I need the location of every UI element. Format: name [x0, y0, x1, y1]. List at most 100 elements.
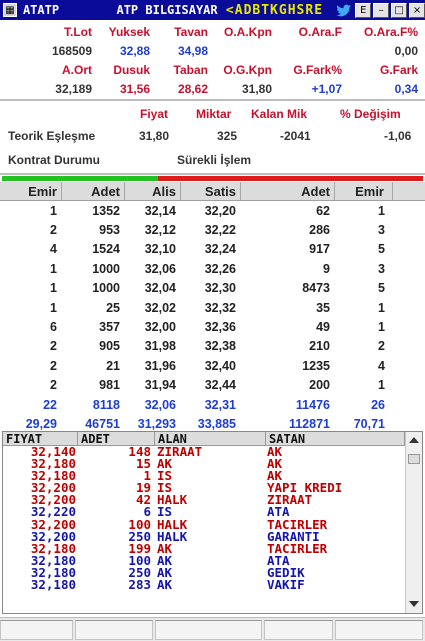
col-alis[interactable]: Alis — [125, 182, 181, 200]
cell-alis: 32,14 — [144, 203, 176, 218]
cell-alis: 31,94 — [144, 378, 176, 393]
cell-adet-ask: 35 — [316, 300, 330, 315]
col-satis[interactable]: Satis — [181, 182, 241, 200]
status-cell-3 — [154, 620, 262, 640]
ticker-text: <ADBTKGHSRE — [225, 2, 324, 18]
twitter-icon[interactable] — [335, 2, 353, 18]
cell-alis: 32,12 — [144, 223, 176, 238]
minimize-button[interactable]: – — [373, 2, 390, 18]
cell-emir-ask: 3 — [378, 261, 385, 276]
cell-emir-bid: 2 — [50, 223, 57, 238]
cell-satis: 32,44 — [204, 378, 236, 393]
trades-scrollbar[interactable] — [405, 432, 422, 613]
trade-satan: AK — [267, 444, 283, 459]
order-book-row[interactable]: 2 905 31,98 32,38 210 2 — [0, 337, 425, 356]
status-cell-4 — [263, 620, 333, 640]
cell-emir-ask: 1 — [378, 378, 385, 393]
cell-satis: 32,36 — [204, 320, 236, 335]
symbol-code: ATATP — [22, 3, 60, 17]
cell-adet-ask: 8473 — [302, 281, 330, 296]
value-oaraf-pct: 0,00 — [394, 43, 418, 58]
cell-emir-bid: 2 — [50, 358, 57, 373]
window-menu-icon[interactable]: ▦ — [3, 3, 17, 17]
scroll-up-icon[interactable] — [409, 437, 419, 443]
cell-adet-bid: 1524 — [92, 242, 120, 257]
cell-adet-ask: 49 — [316, 320, 330, 335]
value-tlot: 168509 — [51, 43, 92, 58]
cell-alis: 31,96 — [144, 358, 176, 373]
header-degisim: % Değişim — [340, 107, 401, 121]
cell-satis: 32,24 — [204, 242, 236, 257]
bid-depth-fill — [2, 176, 158, 181]
col-emir-ask[interactable]: Emir — [335, 182, 393, 200]
cell-adet-bid: 1352 — [92, 203, 120, 218]
cell-emir-bid: 4 — [50, 242, 57, 257]
order-book-row[interactable]: 6 357 32,00 32,36 49 1 — [0, 317, 425, 336]
cell-adet-ask: 62 — [316, 203, 330, 218]
status-cell-2 — [75, 620, 153, 640]
scroll-thumb[interactable] — [408, 454, 420, 464]
value-yuksek: 32,88 — [119, 43, 150, 58]
cell-emir-bid: 6 — [50, 320, 57, 335]
cell-adet-ask: 286 — [309, 223, 330, 238]
total-alis: 31,293 — [137, 416, 176, 431]
order-book-row[interactable]: 2 953 32,12 32,22 286 3 — [0, 220, 425, 239]
col-emir-bid[interactable]: Emir — [0, 182, 62, 200]
label-ogkpn: O.G.Kpn — [223, 62, 272, 77]
col-adet-ask[interactable]: Adet — [241, 182, 335, 200]
order-book-row[interactable]: 2 981 31,94 32,44 200 1 — [0, 376, 425, 395]
order-book-row[interactable]: 2 21 31,96 32,40 1235 4 — [0, 356, 425, 375]
trade-row[interactable]: 32,180 283 AK VAKIF — [3, 577, 422, 593]
cell-adet-bid: 357 — [99, 320, 120, 335]
order-book: Emir Adet Alis Satis Adet Emir 1 1352 32,1… — [0, 182, 425, 434]
cell-emir-ask: 3 — [378, 223, 385, 238]
cell-satis: 32,26 — [204, 261, 236, 276]
label-tavan: Tavan — [174, 24, 208, 39]
value-gfark: 0,34 — [394, 81, 418, 96]
order-book-row[interactable]: 4 1524 32,10 32,24 917 5 — [0, 240, 425, 259]
kontrat-durumu-value: Sürekli İşlem — [177, 153, 252, 167]
cell-alis: 32,10 — [144, 242, 176, 257]
cell-emir-ask: 1 — [378, 300, 385, 315]
title-bar[interactable]: ▦ ATATP ATP BILGISAYAR <ADBTKGHSRE E – □… — [0, 0, 425, 20]
value-ogkpn: 31,80 — [241, 81, 272, 96]
teorik-degisim: -1,06 — [384, 129, 412, 143]
header-fiyat: Fiyat — [140, 107, 169, 121]
cell-emir-ask: 2 — [378, 339, 385, 354]
scroll-down-icon[interactable] — [409, 601, 419, 607]
col-satan[interactable]: SATAN — [266, 432, 405, 446]
kontrat-durumu-label: Kontrat Durumu — [8, 153, 100, 167]
stats-values-row-2: 32,189 31,56 28,62 31,80 +1,07 0,34 — [0, 79, 425, 98]
cell-alis: 32,04 — [144, 281, 176, 296]
e-button[interactable]: E — [355, 2, 372, 18]
trade-adet: 283 — [128, 577, 151, 593]
order-book-header: Emir Adet Alis Satis Adet Emir — [0, 182, 425, 201]
maximize-button[interactable]: □ — [391, 2, 408, 18]
total-adet-bid: 8118 — [92, 397, 120, 412]
col-adet-bid[interactable]: Adet — [62, 182, 125, 200]
cell-satis: 32,32 — [204, 300, 236, 315]
depth-ratio-bar — [2, 176, 423, 181]
cell-emir-bid: 1 — [50, 203, 57, 218]
label-dusuk: Dusuk — [113, 62, 150, 77]
label-oakpn: O.A.Kpn — [224, 24, 272, 39]
cell-adet-ask: 9 — [323, 261, 330, 276]
label-taban: Taban — [173, 62, 208, 77]
cell-emir-ask: 1 — [378, 320, 385, 335]
close-button[interactable]: × — [409, 2, 425, 18]
order-book-row[interactable]: 1 25 32,02 32,32 35 1 — [0, 298, 425, 317]
trades-panel[interactable]: FIYAT ADET ALAN SATAN 32,140 148 ZIRAAT AK 3… — [2, 431, 423, 614]
cell-emir-bid: 1 — [50, 261, 57, 276]
order-book-row[interactable]: 1 1352 32,14 32,20 62 1 — [0, 201, 425, 220]
value-taban: 28,62 — [177, 81, 208, 96]
value-tavan: 34,98 — [177, 43, 208, 58]
cell-adet-ask: 210 — [309, 339, 330, 354]
stats-values-row-1: 168509 32,88 34,98 0,00 — [0, 41, 425, 60]
order-book-row[interactable]: 1 1000 32,04 32,30 8473 5 — [0, 279, 425, 298]
trade-adet: 15 — [135, 456, 151, 472]
total-emir-ask: 26 — [371, 397, 385, 412]
trade-satan: AK — [267, 456, 283, 472]
teorik-miktar: 325 — [217, 129, 238, 143]
order-book-row[interactable]: 1 1000 32,06 32,26 9 3 — [0, 259, 425, 278]
cell-adet-ask: 917 — [309, 242, 330, 257]
